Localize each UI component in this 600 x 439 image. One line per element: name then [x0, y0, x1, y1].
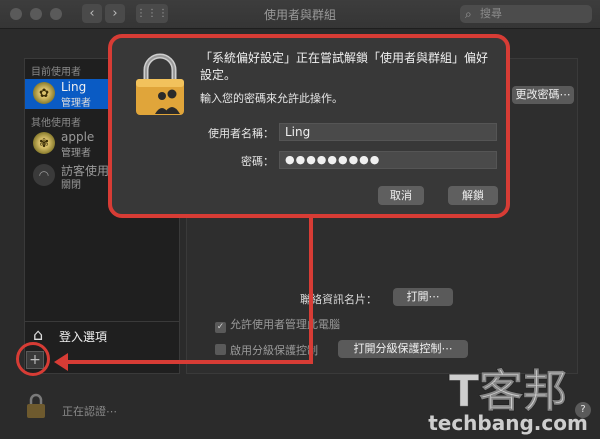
highlight-circle-annotation: [16, 342, 50, 376]
allow-admin-row[interactable]: ✓ 允許使用者管理此電腦: [215, 316, 340, 333]
status-text: 正在認證⋯: [62, 405, 117, 418]
minimize-window-button[interactable]: [30, 8, 42, 20]
window-title: 使用者與群組: [263, 8, 336, 22]
user-role: 管理者: [61, 98, 91, 109]
back-button[interactable]: ‹: [82, 4, 102, 23]
username-label: 使用者名稱：: [208, 127, 274, 140]
guest-avatar-icon: ◠: [33, 164, 55, 186]
login-options-item[interactable]: ⌂ 登入選項: [25, 321, 179, 348]
red-connector-line: [309, 218, 313, 364]
zoom-window-button[interactable]: [50, 8, 62, 20]
dialog-message: 「系統偏好設定」正在嘗試解鎖「使用者與群組」偏好設定。: [200, 51, 489, 82]
show-all-button[interactable]: ⋮⋮⋮: [136, 4, 168, 23]
sunflower-avatar-icon: ✿: [33, 82, 55, 104]
user-name: Ling: [61, 80, 87, 94]
username-field[interactable]: Ling: [279, 123, 497, 141]
search-icon: ⌕: [465, 7, 472, 21]
open-contact-card-button[interactable]: 打開⋯: [393, 288, 453, 306]
parental-controls-label: 啟用分級保護控制: [230, 344, 318, 357]
user-role: 管理者: [61, 148, 91, 159]
lock-users-icon: [134, 52, 186, 116]
user-role: 關閉: [61, 180, 81, 191]
unlock-button[interactable]: 解鎖: [448, 186, 498, 205]
parental-controls-row[interactable]: 啟用分級保護控制: [215, 342, 318, 358]
dialog-prompt: 輸入您的密碼來允許此操作。: [200, 92, 343, 105]
authentication-dialog: 「系統偏好設定」正在嘗試解鎖「使用者與群組」偏好設定。 輸入您的密碼來允許此操作…: [108, 34, 510, 218]
other-users-header: 其他使用者: [31, 118, 81, 129]
red-connector-line: [66, 360, 313, 364]
cancel-button[interactable]: 取消: [378, 186, 424, 205]
password-field[interactable]: ●●●●●●●●●: [279, 151, 497, 169]
change-password-button[interactable]: 更改密碼⋯: [512, 86, 574, 104]
login-options-label: 登入選項: [59, 330, 108, 344]
watermark-site: techbang.com: [428, 411, 588, 435]
password-label: 密碼：: [241, 155, 274, 168]
techbang-watermark-logo: T客邦 techbang.com: [420, 354, 596, 436]
watermark-brand: T客邦: [449, 366, 567, 417]
allow-admin-label: 允許使用者管理此電腦: [230, 318, 340, 331]
parental-controls-checkbox[interactable]: [215, 344, 226, 355]
flower-avatar-icon: ✾: [33, 132, 55, 154]
lock-icon[interactable]: [26, 393, 46, 419]
search-placeholder: 搜尋: [480, 7, 502, 20]
current-users-header: 目前使用者: [31, 67, 81, 78]
close-window-button[interactable]: [10, 8, 22, 20]
user-name: apple: [61, 130, 95, 144]
red-arrow-icon: [54, 353, 68, 371]
allow-admin-checkbox[interactable]: ✓: [215, 322, 226, 333]
search-field[interactable]: ⌕ 搜尋: [460, 5, 592, 23]
forward-button[interactable]: ›: [105, 4, 125, 23]
title-bar: ‹ › ⋮⋮⋮ 使用者與群組 ⌕ 搜尋: [0, 0, 600, 29]
